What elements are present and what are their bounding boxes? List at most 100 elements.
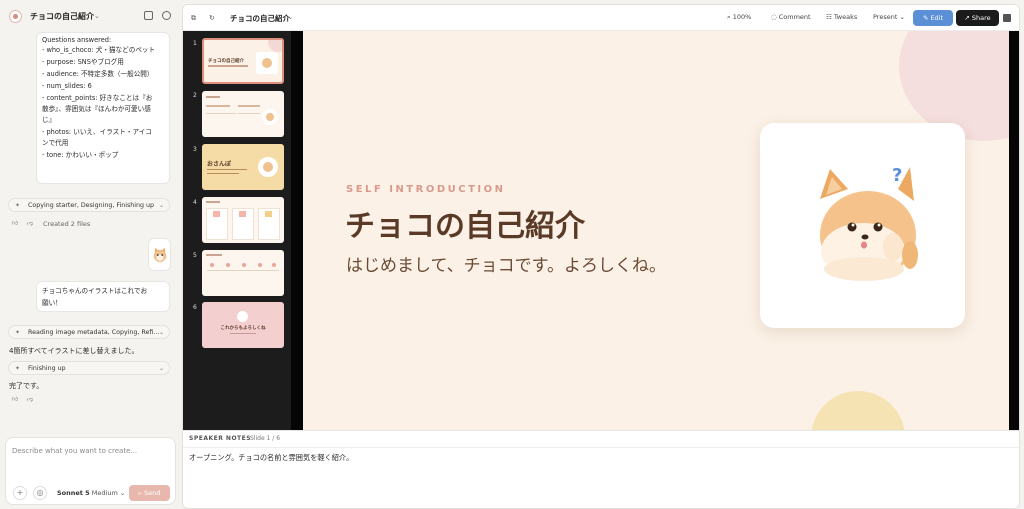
- thumb-dot: [258, 263, 262, 267]
- present-label: Present: [873, 13, 898, 21]
- dog-icon: [263, 162, 273, 172]
- thumb-text-line: [207, 270, 279, 271]
- qa-line: - num_slides: 6: [42, 82, 92, 90]
- share-button[interactable]: ↗ Share: [956, 10, 999, 26]
- assistant-reply: 4箇所すべてイラストに差し替えました。: [9, 347, 139, 355]
- more-icon[interactable]: [1003, 14, 1011, 22]
- thumb-text-line: [208, 65, 248, 67]
- slide-thumb-4[interactable]: [202, 197, 284, 243]
- thumb-text-line: [206, 96, 220, 98]
- slide-thumb-1[interactable]: チョコの自己紹介: [202, 38, 284, 84]
- slide-title: チョコの自己紹介: [345, 209, 585, 244]
- qa-line: - content_points: 好きなことは『お: [42, 94, 153, 102]
- speaker-notes-panel: SPEAKER NOTES Slide 1 / 6 オープニング。チョコの名前と…: [183, 430, 1019, 508]
- composer-input[interactable]: Describe what you want to create...: [12, 447, 137, 455]
- app-window: チョコの自己紹介 ⌄ Questions answered: - who_is_…: [0, 0, 1024, 509]
- zoom-control[interactable]: ⌕ 100%: [727, 13, 751, 22]
- slide-number: 6: [193, 304, 197, 311]
- attached-image[interactable]: [148, 238, 171, 271]
- activity-pill[interactable]: ✦ Finishing up ⌄: [8, 361, 170, 375]
- chat-composer[interactable]: Describe what you want to create... + ◎ …: [5, 437, 176, 505]
- slides-rail: 1 チョコの自己紹介 2 3 おさんぽ 4 5 6 これからもよろしくね: [183, 31, 291, 430]
- slide-number: 3: [193, 146, 197, 153]
- tweaks-label: Tweaks: [833, 13, 858, 21]
- assistant-reply: 完了です。: [9, 382, 44, 390]
- thumbs-down-icon[interactable]: 👎︎: [27, 220, 34, 227]
- refresh-icon[interactable]: ↻: [209, 14, 217, 22]
- tweaks-button[interactable]: ☷ Tweaks: [826, 13, 857, 21]
- sparkle-icon: ✦: [15, 329, 21, 336]
- thumb-text-line: [207, 169, 247, 170]
- notes-divider: [183, 447, 1019, 448]
- plus-icon[interactable]: +: [13, 486, 27, 500]
- duplicate-icon[interactable]: ⧉: [191, 14, 199, 22]
- panel-toggle-icon[interactable]: [144, 11, 153, 20]
- thumb-dot: [242, 263, 246, 267]
- edit-button[interactable]: ✎ Edit: [913, 10, 953, 26]
- dog-icon: [262, 58, 272, 68]
- qa-line: Questions answered:: [42, 36, 112, 44]
- edit-label: Edit: [930, 14, 944, 22]
- activity-pill[interactable]: ✦ Copying starter, Designing, Finishing …: [8, 198, 170, 212]
- thumbs-up-icon[interactable]: 👍︎: [12, 220, 19, 227]
- thumb-dot: [272, 263, 276, 267]
- slide-kicker: SELF INTRODUCTION: [346, 184, 506, 195]
- activity-label: Finishing up: [28, 365, 66, 372]
- user-message-line: 願い！: [42, 299, 62, 307]
- sparkle-icon: ✦: [15, 202, 21, 209]
- dog-illustration-card: ?: [760, 123, 965, 328]
- qa-line: - who_is_choco: 犬・猫などのペット: [42, 46, 156, 54]
- thumb-icon: [239, 211, 246, 217]
- speaker-notes-text[interactable]: オープニング。チョコの名前と雰囲気を軽く紹介。: [189, 453, 353, 463]
- thumb-text-line: [207, 173, 239, 174]
- thumb-deco: [268, 40, 282, 52]
- present-button[interactable]: Present ⌄: [873, 13, 905, 21]
- qa-line: - tone: かわいい・ポップ: [42, 151, 119, 159]
- chevron-down-icon: ⌄: [158, 365, 164, 372]
- dog-thumbnail-icon: [153, 247, 166, 262]
- thumb-dot: [226, 263, 230, 267]
- chevron-down-icon: ⌄: [158, 202, 164, 209]
- slide-number: 4: [193, 199, 197, 206]
- send-button[interactable]: ▹ Send: [129, 485, 170, 501]
- top-toolbar: ⧉ ↻ チョコの自己紹介 ⌄ ⌕ 100% ◌ Comment ☷ Tweaks…: [183, 5, 1019, 31]
- settings-icon[interactable]: ◎: [33, 486, 47, 500]
- chevron-down-icon[interactable]: ⌄: [288, 14, 293, 21]
- model-name: Sonnet 5: [57, 489, 90, 497]
- qa-line: - audience: 不特定多数（一般公開）: [42, 70, 154, 78]
- speaker-notes-label: SPEAKER NOTES: [189, 435, 252, 442]
- thumb-dot: [210, 263, 214, 267]
- qa-line: じ』: [42, 116, 56, 124]
- slide-thumb-5[interactable]: [202, 250, 284, 296]
- slide-canvas[interactable]: SELF INTRODUCTION チョコの自己紹介 はじめまして、チョコです。…: [303, 31, 1009, 430]
- qa-line: - purpose: SNSやブログ用: [42, 58, 124, 66]
- slide-number: 2: [193, 92, 197, 99]
- project-title[interactable]: チョコの自己紹介: [30, 11, 94, 22]
- activity-pill[interactable]: ✦ Reading image metadata, Copying, Refi.…: [8, 325, 170, 339]
- thumb-text-line: [206, 254, 222, 256]
- thumbs-down-icon[interactable]: 👎︎: [27, 396, 34, 403]
- app-logo-icon[interactable]: [9, 10, 22, 23]
- slide-number: 5: [193, 252, 197, 259]
- slide-thumb-2[interactable]: [202, 91, 284, 137]
- comment-button[interactable]: ◌ Comment: [771, 13, 811, 21]
- thumbs-up-icon[interactable]: 👍︎: [12, 396, 19, 403]
- chevron-down-icon: ⌄: [158, 329, 164, 336]
- chat-panel: チョコの自己紹介 ⌄ Questions answered: - who_is_…: [0, 0, 180, 509]
- sparkle-icon: ✦: [15, 365, 21, 372]
- thumb-title: これからもよろしくね: [220, 326, 266, 331]
- document-title[interactable]: チョコの自己紹介: [230, 13, 290, 24]
- thumb-text-line: [230, 333, 256, 334]
- share-label: Share: [971, 14, 991, 22]
- thumb-text-line: [206, 113, 236, 114]
- model-selector[interactable]: Sonnet 5 Medium ⌄: [57, 489, 125, 497]
- thumb-text-line: [206, 201, 220, 203]
- search-icon[interactable]: [162, 11, 171, 20]
- slide-thumb-6[interactable]: これからもよろしくね: [202, 302, 284, 348]
- document-area: ⧉ ↻ チョコの自己紹介 ⌄ ⌕ 100% ◌ Comment ☷ Tweaks…: [182, 4, 1020, 509]
- chevron-down-icon[interactable]: ⌄: [94, 12, 100, 20]
- chat-header: チョコの自己紹介 ⌄: [0, 0, 180, 32]
- created-files-label: Created 2 files: [43, 220, 91, 228]
- thumb-title: おさんぽ: [207, 161, 232, 168]
- slide-thumb-3[interactable]: おさんぽ: [202, 144, 284, 190]
